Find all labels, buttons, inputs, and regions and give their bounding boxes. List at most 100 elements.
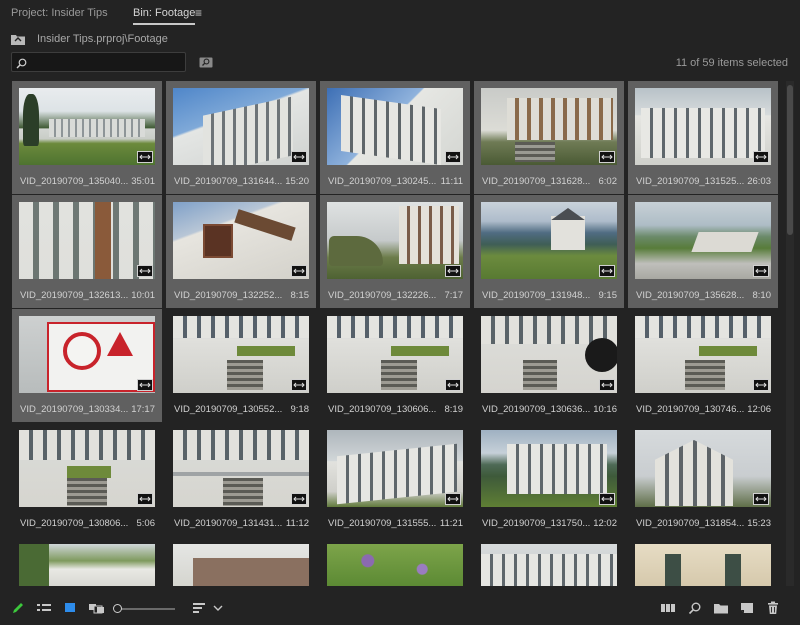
multicam-badge-icon bbox=[291, 493, 307, 505]
clip-tile[interactable]: VID_20190709_132252... 8:15 bbox=[166, 195, 316, 308]
multicam-badge-icon bbox=[445, 151, 461, 163]
clip-tile[interactable]: VID_20190709_131525... 26:03 bbox=[628, 81, 778, 194]
clip-name: VID_20190709_131750... bbox=[482, 518, 591, 529]
freeform-view-icon[interactable] bbox=[88, 601, 106, 620]
multicam-badge-icon bbox=[753, 493, 769, 505]
bin-footer-toolbar bbox=[0, 597, 800, 625]
clip-thumbnail bbox=[635, 88, 771, 165]
chevron-down-icon[interactable] bbox=[213, 601, 223, 620]
clip-tile[interactable]: VID_20190709_130606... 8:19 bbox=[320, 309, 470, 422]
icon-view-icon[interactable] bbox=[63, 601, 77, 620]
clip-tile[interactable]: VID_20190709_131628... 6:02 bbox=[474, 81, 624, 194]
multicam-badge-icon bbox=[137, 493, 153, 505]
clip-thumbnail bbox=[635, 544, 771, 586]
clip-tile[interactable]: VID_20190709_130806... 5:06 bbox=[12, 423, 162, 536]
clip-duration: 12:06 bbox=[747, 404, 771, 415]
clip-thumbnail bbox=[327, 88, 463, 165]
clip-tile[interactable]: VID_20190709_130334... 17:17 bbox=[12, 309, 162, 422]
clip-thumbnail bbox=[481, 202, 617, 279]
multicam-badge-icon bbox=[291, 379, 307, 391]
tab-project[interactable]: Project: Insider Tips bbox=[11, 7, 108, 19]
multicam-badge-icon bbox=[599, 379, 615, 391]
clip-tile[interactable]: VID_20190709_135628... 8:10 bbox=[628, 195, 778, 308]
multicam-badge-icon bbox=[445, 493, 461, 505]
clip-thumbnail bbox=[173, 202, 309, 279]
multicam-badge-icon bbox=[445, 265, 461, 277]
clip-tile[interactable]: VID_20190709_131750... 12:02 bbox=[474, 423, 624, 536]
clip-thumbnail bbox=[19, 430, 155, 507]
clip-duration: 10:16 bbox=[593, 404, 617, 415]
clip-thumbnail bbox=[173, 88, 309, 165]
clip-tile[interactable]: VID_20190709_132613... 10:01 bbox=[12, 195, 162, 308]
multicam-badge-icon bbox=[753, 265, 769, 277]
clip-name: VID_20190709_130636... bbox=[482, 404, 591, 415]
find-icon[interactable] bbox=[688, 601, 702, 620]
clip-duration: 8:10 bbox=[752, 290, 772, 301]
multicam-badge-icon bbox=[291, 265, 307, 277]
pencil-icon[interactable] bbox=[11, 601, 25, 620]
clip-duration: 15:23 bbox=[747, 518, 771, 529]
clip-tile[interactable] bbox=[166, 537, 316, 586]
clip-thumbnail bbox=[481, 430, 617, 507]
clip-thumbnail bbox=[481, 316, 617, 393]
clip-thumbnail bbox=[635, 316, 771, 393]
new-bin-icon[interactable] bbox=[713, 601, 729, 620]
bin-up-icon[interactable] bbox=[11, 32, 25, 50]
multicam-badge-icon bbox=[291, 151, 307, 163]
clip-thumbnail bbox=[481, 88, 617, 165]
clip-duration: 7:17 bbox=[444, 290, 464, 301]
clip-tile[interactable]: VID_20190709_130552... 9:18 bbox=[166, 309, 316, 422]
clip-thumbnail bbox=[327, 202, 463, 279]
clip-duration: 12:02 bbox=[593, 518, 617, 529]
clip-name: VID_20190709_131525... bbox=[636, 176, 745, 187]
clip-thumbnail bbox=[327, 544, 463, 586]
clip-tile[interactable]: VID_20190709_130636... 10:16 bbox=[474, 309, 624, 422]
clip-tile[interactable]: VID_20190709_131431... 11:12 bbox=[166, 423, 316, 536]
vertical-scrollbar[interactable] bbox=[786, 81, 794, 586]
scrollbar-thumb[interactable] bbox=[787, 85, 793, 235]
clip-thumbnail bbox=[19, 202, 155, 279]
clip-tile[interactable] bbox=[12, 537, 162, 586]
clip-tile[interactable]: VID_20190709_131555... 11:21 bbox=[320, 423, 470, 536]
clip-name: VID_20190709_132613... bbox=[20, 290, 129, 301]
automate-to-sequence-icon[interactable] bbox=[660, 601, 676, 620]
clip-thumbnail bbox=[19, 316, 155, 393]
hamburger-icon[interactable]: ≡ bbox=[195, 6, 202, 20]
clip-tile[interactable] bbox=[628, 537, 778, 586]
clip-tile[interactable] bbox=[474, 537, 624, 586]
clip-tile[interactable]: VID_20190709_131948... 9:15 bbox=[474, 195, 624, 308]
find-in-bin-icon[interactable] bbox=[199, 55, 213, 73]
clip-name: VID_20190709_131854... bbox=[636, 518, 745, 529]
clip-duration: 11:12 bbox=[285, 518, 309, 529]
clip-tile[interactable]: VID_20190709_131644... 15:20 bbox=[166, 81, 316, 194]
tab-bin[interactable]: Bin: Footage bbox=[133, 7, 196, 25]
trash-icon[interactable] bbox=[766, 601, 780, 620]
clip-tile[interactable] bbox=[320, 537, 470, 586]
multicam-badge-icon bbox=[753, 379, 769, 391]
clip-name: VID_20190709_135628... bbox=[636, 290, 745, 301]
clip-thumbnail bbox=[635, 430, 771, 507]
clip-name: VID_20190709_132226... bbox=[328, 290, 437, 301]
sort-icon[interactable] bbox=[192, 601, 206, 620]
clip-duration: 11:11 bbox=[440, 176, 463, 187]
multicam-badge-icon bbox=[137, 379, 153, 391]
bin-path-row: Insider Tips.prproj\Footage bbox=[0, 28, 800, 50]
clip-thumbnail bbox=[173, 544, 309, 586]
new-item-icon[interactable] bbox=[739, 601, 755, 620]
list-view-icon[interactable] bbox=[36, 601, 52, 620]
clip-duration: 8:15 bbox=[290, 290, 310, 301]
clip-duration: 8:19 bbox=[444, 404, 464, 415]
clip-duration: 17:17 bbox=[131, 404, 155, 415]
clip-thumbnail bbox=[19, 544, 155, 586]
search-input[interactable] bbox=[32, 53, 180, 71]
clip-tile[interactable]: VID_20190709_132226... 7:17 bbox=[320, 195, 470, 308]
clip-tile[interactable]: VID_20190709_130245... 11:11 bbox=[320, 81, 470, 194]
clip-name: VID_20190709_130552... bbox=[174, 404, 283, 415]
clip-tile[interactable]: VID_20190709_131854... 15:23 bbox=[628, 423, 778, 536]
search-row: 11 of 59 items selected bbox=[0, 51, 800, 73]
search-box[interactable] bbox=[11, 52, 186, 72]
zoom-slider[interactable] bbox=[113, 604, 175, 613]
clip-tile[interactable]: VID_20190709_130746... 12:06 bbox=[628, 309, 778, 422]
clip-tile[interactable]: VID_20190709_135040... 35:01 bbox=[12, 81, 162, 194]
zoom-slider-knob[interactable] bbox=[113, 604, 122, 613]
